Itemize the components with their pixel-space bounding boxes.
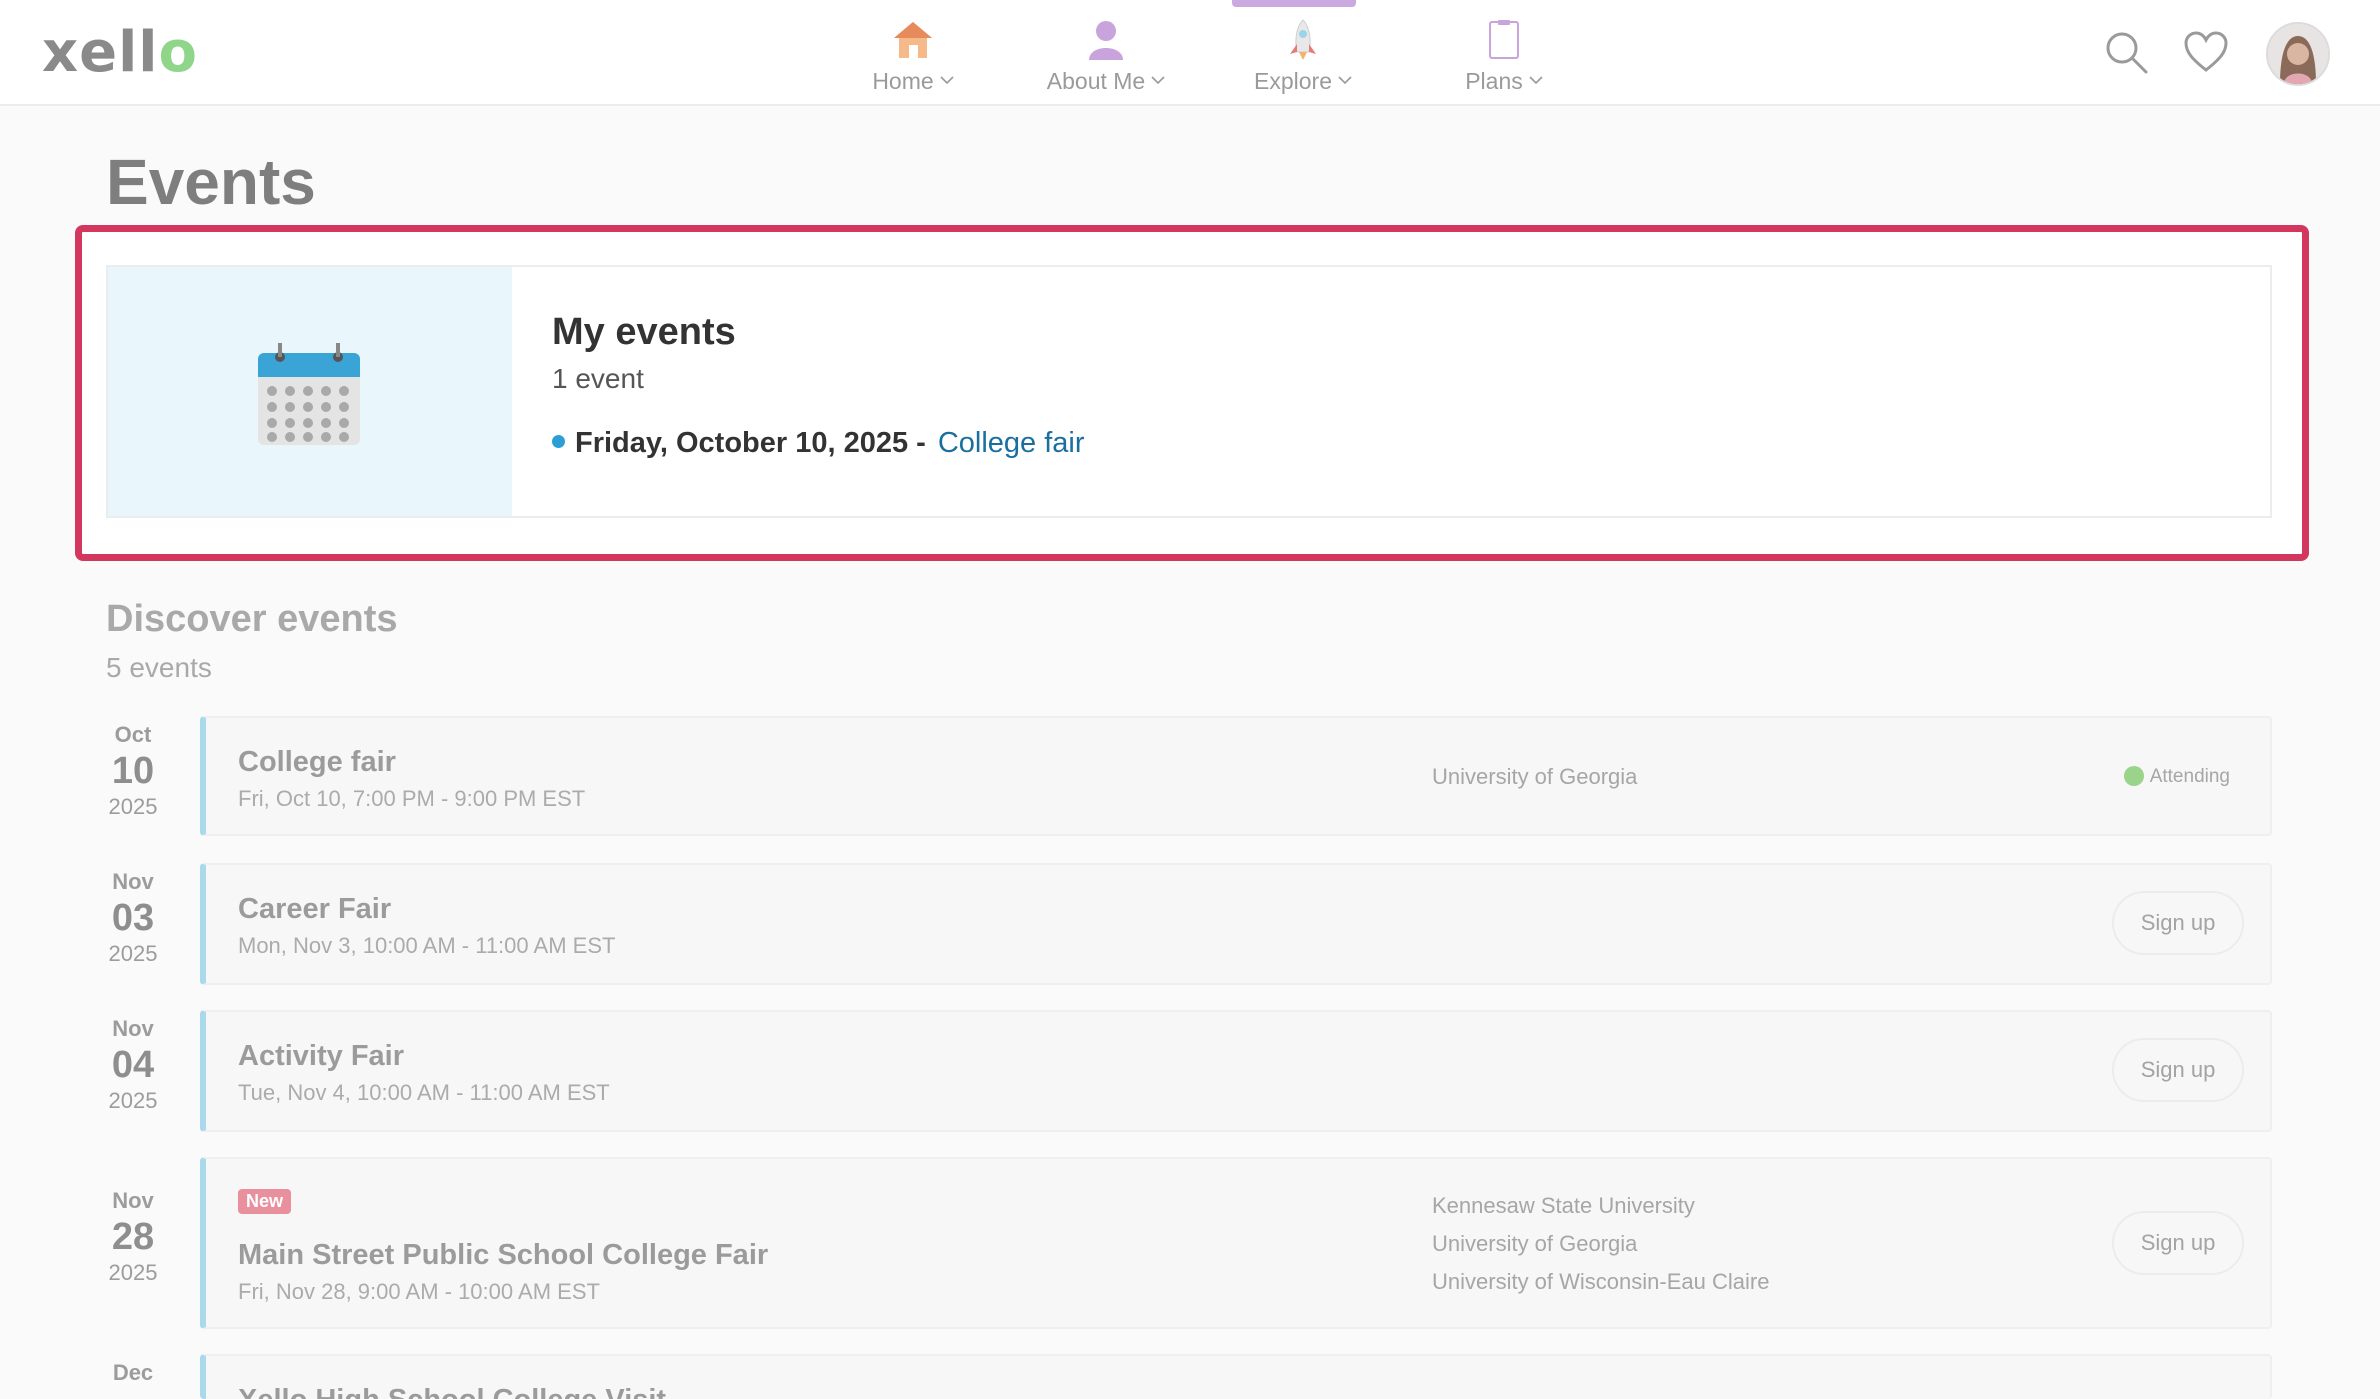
sign-up-button[interactable]: Sign up	[2112, 891, 2244, 955]
my-events-count: 1 event	[552, 363, 644, 394]
my-event-link[interactable]: College fair	[938, 427, 1085, 459]
search-icon[interactable]	[2102, 28, 2150, 76]
event-date-block: Nov 03 2025	[96, 869, 170, 967]
sign-up-button[interactable]: Sign up	[2112, 1038, 2244, 1102]
rocket-icon	[1290, 19, 1316, 60]
discover-events-title: Discover events	[106, 598, 398, 640]
event-day: 04	[111, 1044, 155, 1086]
sign-up-button[interactable]: Sign up	[2112, 1211, 2244, 1275]
top-header: xello Home About Me Explore Plans	[0, 0, 2380, 106]
nav-explore[interactable]: Explore	[1248, 18, 1358, 98]
check-circle-icon	[2123, 766, 2144, 786]
nav-home-label: Home	[872, 68, 934, 94]
event-org: University of Wisconsin-Eau Claire	[1432, 1269, 1770, 1294]
event-month: Dec	[112, 1360, 154, 1385]
chevron-down-icon	[1338, 76, 1352, 85]
clipboard-icon	[1489, 20, 1519, 59]
event-row-activity-fair[interactable]: Activity Fair Tue, Nov 4, 10:00 AM - 11:…	[200, 1010, 2272, 1132]
event-name: Career Fair	[238, 893, 392, 925]
calendar-icon	[258, 343, 360, 445]
nav-plans[interactable]: Plans	[1456, 18, 1552, 98]
heart-icon[interactable]	[2182, 28, 2230, 76]
event-org: University of Georgia	[1432, 1231, 1638, 1256]
logo-o: o	[158, 20, 198, 85]
event-time: Tue, Nov 4, 10:00 AM - 11:00 AM EST	[238, 1080, 610, 1105]
event-time: Mon, Nov 3, 10:00 AM - 11:00 AM EST	[238, 933, 616, 958]
event-month: Nov	[112, 1016, 154, 1041]
event-name: Main Street Public School College Fair	[238, 1239, 769, 1271]
my-events-card: My events 1 event Friday, October 10, 20…	[106, 265, 2272, 518]
event-name: Activity Fair	[238, 1040, 404, 1072]
calendar-panel	[108, 267, 512, 516]
xello-logo[interactable]: xello	[42, 18, 198, 88]
nav-active-indicator	[1232, 0, 1356, 7]
nav-explore-label: Explore	[1254, 68, 1332, 94]
event-month: Oct	[114, 722, 152, 747]
event-row-main-street-fair[interactable]: New Main Street Public School College Fa…	[200, 1157, 2272, 1329]
my-events-title: My events	[552, 311, 736, 353]
event-date-block: Nov 28 2025	[96, 1188, 170, 1286]
event-year: 2025	[108, 1088, 158, 1113]
event-month: Nov	[112, 869, 154, 894]
logo-text: xell	[42, 20, 159, 85]
person-icon	[1089, 21, 1123, 60]
new-badge: New	[238, 1189, 292, 1214]
my-event-date: Friday, October 10, 2025 -	[575, 427, 926, 459]
event-org: University of Georgia	[1432, 764, 1638, 789]
chevron-down-icon	[1529, 76, 1543, 85]
event-day: 28	[111, 1216, 155, 1258]
my-event-item: Friday, October 10, 2025 - College fair	[552, 427, 1085, 460]
event-date-block: Oct 10 2025	[96, 722, 170, 820]
nav-about-me[interactable]: About Me	[1040, 18, 1172, 98]
avatar-icon	[2268, 24, 2328, 84]
event-day: 10	[111, 750, 155, 792]
discover-events-count: 5 events	[106, 652, 212, 683]
event-name: Xello High School College Visit	[238, 1384, 666, 1399]
chevron-down-icon	[940, 76, 954, 85]
nav-about-me-label: About Me	[1046, 68, 1146, 94]
event-date-block: Nov 04 2025	[96, 1016, 170, 1114]
page-title: Events	[106, 146, 316, 218]
event-time: Fri, Nov 28, 9:00 AM - 10:00 AM EST	[238, 1279, 600, 1304]
event-year: 2025	[108, 941, 158, 966]
event-name: College fair	[238, 746, 396, 778]
attending-label: Attending	[2149, 766, 2230, 787]
chevron-down-icon	[1151, 76, 1165, 85]
event-year: 2025	[108, 1260, 158, 1285]
house-icon	[894, 22, 932, 58]
event-row-college-fair[interactable]: College fair Fri, Oct 10, 7:00 PM - 9:00…	[200, 716, 2272, 836]
nav-plans-label: Plans	[1465, 68, 1523, 94]
avatar[interactable]	[2266, 22, 2330, 86]
event-day: 03	[111, 897, 155, 939]
bullet-dot-icon	[552, 435, 565, 448]
event-row-xello-visit[interactable]: Xello High School College Visit	[200, 1354, 2272, 1399]
event-row-career-fair[interactable]: Career Fair Mon, Nov 3, 10:00 AM - 11:00…	[200, 863, 2272, 985]
attending-status: Attending	[2123, 766, 2230, 788]
event-year: 2025	[108, 794, 158, 819]
event-org: Kennesaw State University	[1432, 1193, 1695, 1218]
event-time: Fri, Oct 10, 7:00 PM - 9:00 PM EST	[238, 786, 586, 811]
event-month: Nov	[112, 1188, 154, 1213]
event-date-block: Dec	[96, 1360, 170, 1386]
nav-home[interactable]: Home	[858, 18, 968, 98]
